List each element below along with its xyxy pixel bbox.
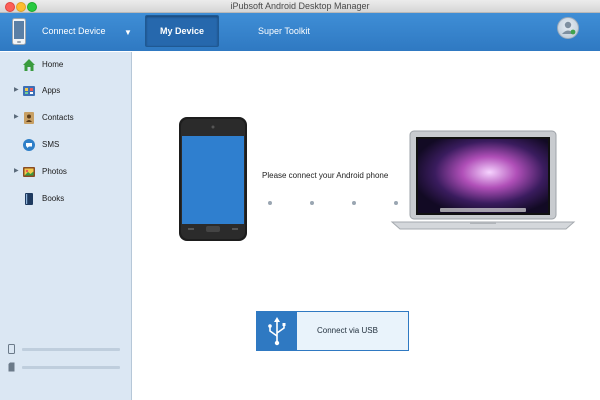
sidebar-item-photos[interactable]: ▶ Photos — [0, 161, 131, 183]
android-phone-illustration — [179, 117, 247, 241]
expand-arrow-icon[interactable]: ▶ — [14, 167, 19, 174]
main-panel: Please connect your Android phone Connec… — [132, 52, 600, 400]
tab-my-device-label: My Device — [159, 26, 205, 36]
sd-card-storage-indicator — [8, 362, 120, 372]
sidebar-item-contacts[interactable]: ▶ Contacts — [0, 107, 131, 129]
phone-storage-indicator — [8, 344, 120, 354]
window-title: iPubsoft Android Desktop Manager — [230, 1, 370, 11]
sidebar-item-apps[interactable]: ▶ Apps — [0, 80, 131, 102]
connect-via-usb-button[interactable]: Connect via USB — [256, 311, 409, 351]
sd-card-storage-bar — [22, 366, 120, 369]
chevron-down-icon[interactable]: ▼ — [124, 28, 132, 37]
connection-progress-dots — [268, 201, 398, 207]
sidebar-item-label: Home — [42, 60, 64, 69]
phone-storage-icon — [8, 344, 15, 354]
laptop-illustration — [390, 130, 576, 230]
usb-icon-box — [257, 312, 297, 350]
connect-device-label[interactable]: Connect Device — [42, 26, 106, 36]
progress-dot — [352, 201, 356, 205]
contacts-icon — [24, 112, 34, 124]
usb-icon — [268, 317, 286, 346]
apps-icon — [23, 86, 35, 96]
connect-prompt-text: Please connect your Android phone — [262, 171, 389, 180]
progress-dot — [310, 201, 314, 205]
photos-icon — [23, 167, 35, 177]
sidebar-item-label: Photos — [42, 167, 67, 176]
phone-storage-bar — [22, 348, 120, 351]
android-device-icon — [12, 18, 26, 45]
progress-dot — [268, 201, 272, 205]
sms-icon — [23, 139, 35, 151]
tab-my-device[interactable]: My Device — [145, 15, 219, 47]
expand-arrow-icon[interactable]: ▶ — [14, 86, 19, 93]
sidebar-item-label: Apps — [42, 86, 61, 95]
window-title-bar: iPubsoft Android Desktop Manager — [0, 0, 600, 13]
tab-super-toolkit[interactable]: Super Toolkit — [258, 26, 310, 36]
user-avatar-icon[interactable] — [557, 17, 579, 39]
sidebar-item-label: SMS — [42, 140, 60, 149]
sidebar-item-home[interactable]: Home — [0, 54, 131, 76]
sidebar-item-sms[interactable]: SMS — [0, 134, 131, 156]
sidebar-item-label: Contacts — [42, 113, 74, 122]
books-icon — [25, 193, 33, 205]
sd-card-icon — [8, 362, 15, 372]
sidebar-item-books[interactable]: Books — [0, 188, 131, 210]
expand-arrow-icon[interactable]: ▶ — [14, 113, 19, 120]
toolbar: Connect Device ▼ My Device Super Toolkit — [0, 13, 600, 51]
connect-via-usb-label: Connect via USB — [317, 326, 378, 335]
home-icon — [23, 59, 35, 71]
sidebar-item-label: Books — [42, 194, 65, 203]
sidebar: Home ▶ Apps ▶ Contacts SMS ▶ Photos Book… — [0, 52, 132, 400]
